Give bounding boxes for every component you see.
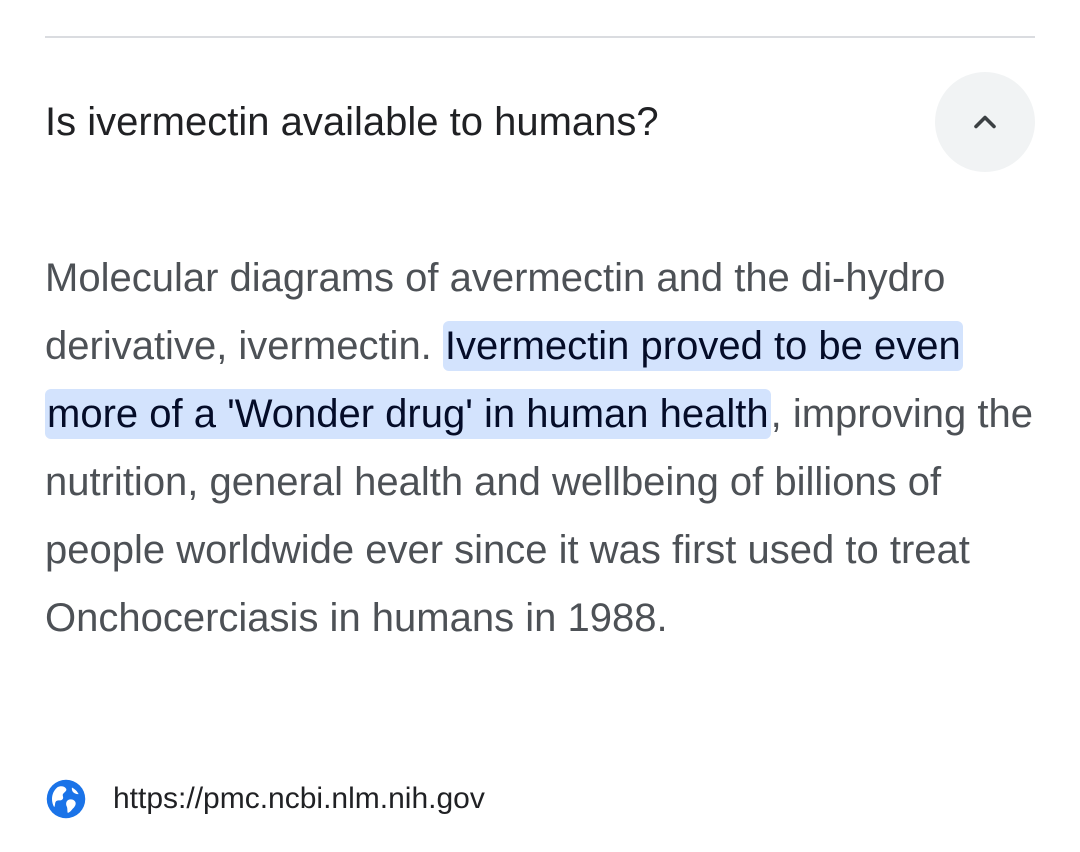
faq-answer: Molecular diagrams of avermectin and the… (45, 244, 1035, 652)
chevron-up-icon (974, 115, 996, 129)
faq-question[interactable]: Is ivermectin available to humans? (45, 98, 659, 146)
source-link[interactable]: https://pmc.ncbi.nlm.nih.gov (45, 778, 485, 820)
source-url[interactable]: https://pmc.ncbi.nlm.nih.gov (113, 782, 485, 816)
globe-icon (45, 778, 87, 820)
collapse-button[interactable] (935, 72, 1035, 172)
top-divider (45, 36, 1035, 38)
faq-question-row[interactable]: Is ivermectin available to humans? (45, 72, 1035, 172)
